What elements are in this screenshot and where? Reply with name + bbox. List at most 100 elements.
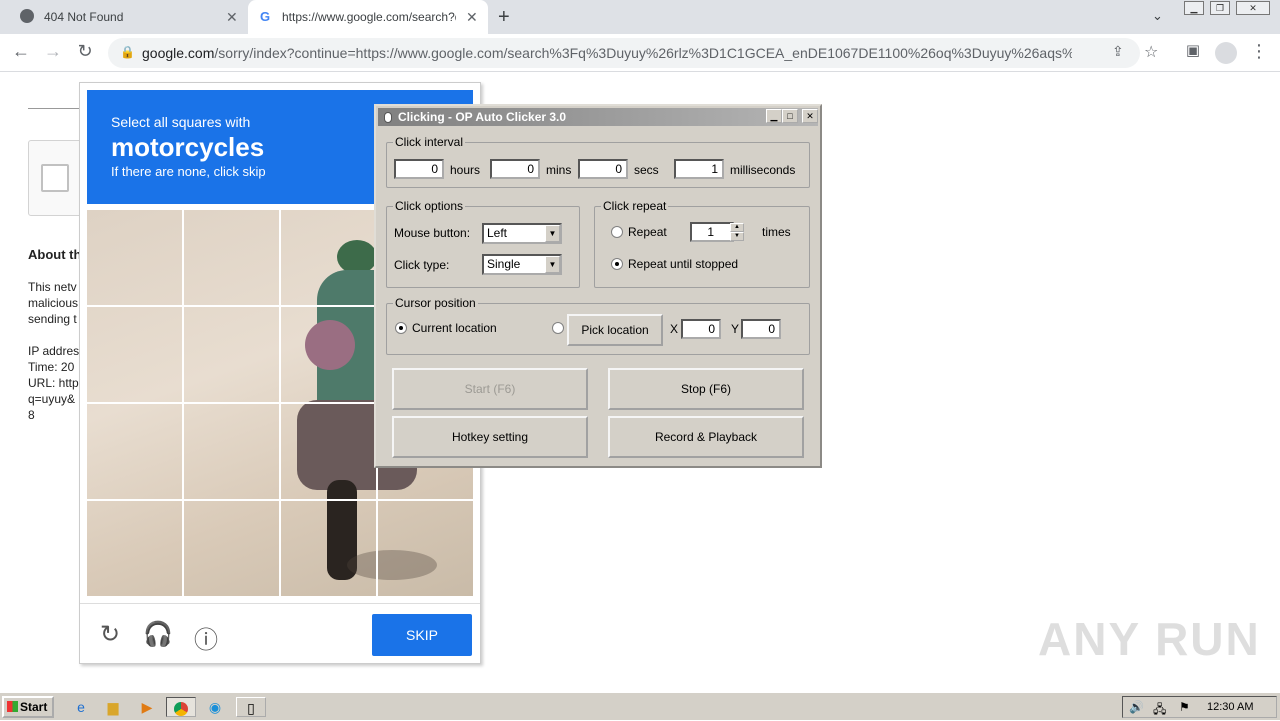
lock-icon: 🔒 bbox=[120, 45, 135, 59]
speaker-icon[interactable]: 🔊 bbox=[1129, 700, 1144, 714]
info-line: URL: http bbox=[28, 376, 79, 390]
forward-icon[interactable]: → bbox=[42, 41, 64, 62]
reload-icon[interactable]: ↻ bbox=[95, 620, 125, 649]
globe-icon bbox=[20, 9, 34, 23]
address-bar[interactable]: 🔒 google.com/sorry/index?continue=https:… bbox=[108, 38, 1158, 68]
network-icon[interactable]: 🖧 bbox=[1153, 700, 1166, 721]
star-icon[interactable]: ☆ bbox=[1144, 42, 1158, 62]
url-text: google.com/sorry/index?continue=https://… bbox=[142, 45, 1072, 61]
y-input[interactable]: 0 bbox=[741, 319, 781, 339]
google-icon: G bbox=[260, 9, 271, 24]
chevron-down-icon[interactable]: ▼ bbox=[545, 225, 560, 242]
repeat-spinner[interactable]: ▲ ▼ bbox=[730, 223, 744, 241]
start-button[interactable]: Start bbox=[2, 696, 54, 718]
info-icon[interactable]: ⓘ bbox=[191, 620, 221, 655]
chevron-down-icon[interactable]: ▼ bbox=[545, 256, 560, 273]
pick-location-button[interactable]: Pick location bbox=[567, 314, 663, 346]
select-value: Single bbox=[487, 257, 521, 271]
times-label: times bbox=[762, 225, 791, 239]
tab-title: https://www.google.com/search?q= bbox=[282, 10, 456, 24]
milliseconds-input[interactable]: 1 bbox=[674, 159, 724, 179]
back-icon[interactable]: ← bbox=[10, 41, 32, 62]
close-window-button[interactable]: ✕ bbox=[1236, 1, 1270, 15]
click-type-select[interactable]: Single ▼ bbox=[482, 254, 562, 275]
close-icon[interactable]: ✕ bbox=[466, 9, 478, 26]
about-heading: About th bbox=[28, 247, 80, 262]
select-value: Left bbox=[487, 226, 508, 240]
share-icon[interactable]: ⇪ bbox=[1112, 43, 1124, 60]
click-type-label: Click type: bbox=[394, 258, 450, 272]
close-button[interactable]: ✕ bbox=[802, 109, 818, 123]
restore-button[interactable]: ❐ bbox=[1210, 1, 1230, 15]
captcha-footer: ↻ 🎧 ⓘ SKIP bbox=[80, 603, 480, 663]
click-options-group: Click options bbox=[386, 199, 580, 288]
repeat-count-input[interactable]: 1 bbox=[690, 222, 734, 242]
headphones-icon[interactable]: 🎧 bbox=[143, 620, 173, 649]
hours-input[interactable]: 0 bbox=[394, 159, 444, 179]
grid-line bbox=[87, 499, 473, 501]
para-line: This netv bbox=[28, 280, 77, 294]
system-tray: 🔊 🖧 ⚑ 12:30 AM bbox=[1122, 696, 1277, 718]
group-label: Click interval bbox=[393, 135, 466, 149]
url-host: google.com bbox=[142, 45, 215, 61]
repeat-until-stopped-label: Repeat until stopped bbox=[628, 257, 739, 271]
start-label: Start bbox=[20, 700, 48, 714]
captcha-target: motorcycles bbox=[111, 132, 265, 162]
tab-title: 404 Not Found bbox=[44, 10, 124, 24]
profile-icon[interactable] bbox=[1215, 42, 1237, 64]
repeat-until-stopped-radio[interactable] bbox=[611, 258, 623, 270]
internet-explorer-icon[interactable]: e bbox=[70, 697, 92, 717]
stop-button[interactable]: Stop (F6) bbox=[608, 368, 804, 410]
tab-strip: 404 Not Found ✕ G https://www.google.com… bbox=[0, 0, 1280, 34]
edge-icon[interactable]: ◉ bbox=[204, 697, 226, 717]
browser-toolbar: ← → ↻ 🔒 google.com/sorry/index?continue=… bbox=[0, 34, 1280, 72]
current-location-radio[interactable] bbox=[395, 322, 407, 334]
repeat-radio[interactable] bbox=[611, 226, 623, 238]
pick-location-radio[interactable] bbox=[552, 322, 564, 334]
window-title: Clicking - OP Auto Clicker 3.0 bbox=[378, 108, 818, 126]
hotkey-setting-button[interactable]: Hotkey setting bbox=[392, 416, 588, 458]
current-location-label: Current location bbox=[412, 321, 497, 335]
secs-input[interactable]: 0 bbox=[578, 159, 628, 179]
group-label: Click repeat bbox=[601, 199, 669, 213]
side-panel-icon[interactable]: ▣ bbox=[1182, 41, 1204, 59]
maximize-button[interactable]: □ bbox=[782, 109, 798, 123]
tab-404-not-found[interactable]: 404 Not Found ✕ bbox=[0, 0, 248, 34]
mins-label: mins bbox=[546, 163, 572, 177]
para-line: malicious bbox=[28, 296, 79, 310]
skip-button[interactable]: SKIP bbox=[372, 614, 472, 656]
group-label: Click options bbox=[393, 199, 466, 213]
chevron-down-icon[interactable]: ▼ bbox=[730, 232, 744, 241]
flag-icon[interactable]: ⚑ bbox=[1179, 700, 1190, 714]
tab-search-button[interactable]: ⌄ bbox=[1152, 8, 1163, 24]
x-input[interactable]: 0 bbox=[681, 319, 721, 339]
milliseconds-label: milliseconds bbox=[730, 163, 796, 177]
record-playback-button[interactable]: Record & Playback bbox=[608, 416, 804, 458]
y-label: Y bbox=[731, 322, 740, 336]
folder-icon[interactable]: ▆ bbox=[102, 697, 124, 717]
anyrun-watermark: ANY RUN bbox=[1038, 613, 1261, 665]
menu-icon[interactable]: ⋮ bbox=[1248, 41, 1270, 62]
x-label: X bbox=[670, 322, 679, 336]
chevron-up-icon[interactable]: ▲ bbox=[730, 223, 744, 232]
captcha-hint: If there are none, click skip bbox=[111, 164, 266, 179]
reload-icon[interactable]: ↻ bbox=[74, 41, 96, 62]
mins-input[interactable]: 0 bbox=[490, 159, 540, 179]
tab-google-search[interactable]: G https://www.google.com/search?q= ✕ bbox=[248, 0, 488, 34]
close-icon[interactable]: ✕ bbox=[226, 9, 238, 26]
info-line: Time: 20 bbox=[28, 360, 75, 374]
clock: 12:30 AM bbox=[1207, 701, 1254, 713]
repeat-label: Repeat bbox=[628, 225, 667, 239]
hours-label: hours bbox=[450, 163, 481, 177]
recaptcha-checkbox[interactable] bbox=[41, 164, 69, 192]
mouse-button-select[interactable]: Left ▼ bbox=[482, 223, 562, 244]
taskbar: Start e ▆ ▶ ◉ ▯ 🔊 🖧 ⚑ 12:30 AM bbox=[0, 692, 1280, 720]
chrome-icon[interactable] bbox=[166, 697, 196, 717]
start-button[interactable]: Start (F6) bbox=[392, 368, 588, 410]
minimize-button[interactable]: ▁ bbox=[1184, 1, 1204, 15]
media-player-icon[interactable]: ▶ bbox=[136, 697, 158, 717]
minimize-button[interactable]: ▁ bbox=[766, 109, 782, 123]
new-tab-button[interactable]: + bbox=[498, 6, 510, 29]
auto-clicker-window: Clicking - OP Auto Clicker 3.0 ▁ □ ✕ Cli… bbox=[374, 104, 822, 468]
auto-clicker-taskbar-icon[interactable]: ▯ bbox=[236, 697, 266, 717]
